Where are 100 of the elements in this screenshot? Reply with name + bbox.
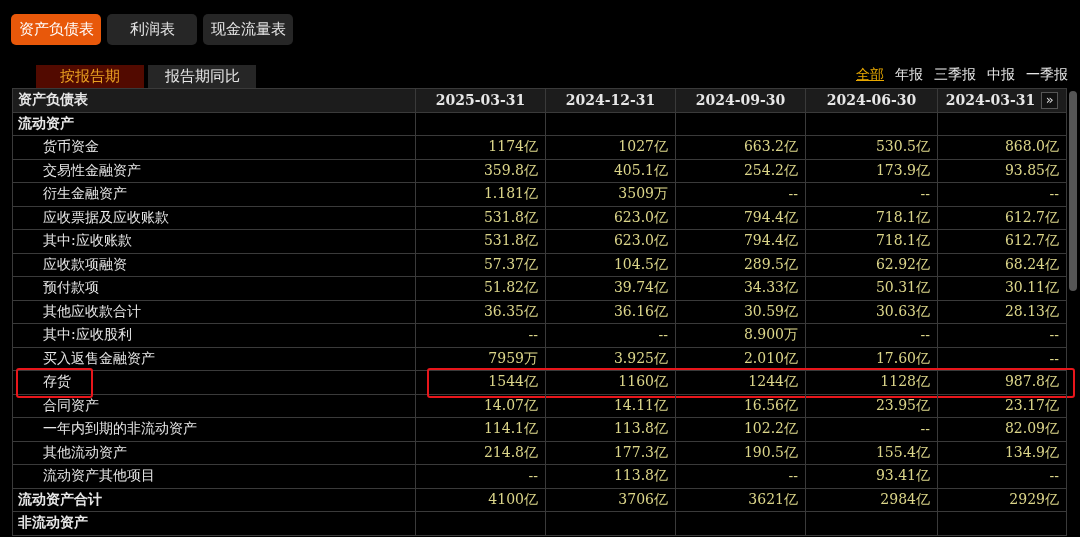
table-cell: 663.2亿 (743, 138, 798, 157)
table-cell: 289.5亿 (743, 255, 798, 274)
table-cell: 190.5亿 (743, 443, 798, 462)
table-cell: 1128亿 (880, 373, 930, 392)
row-label: 预付款项 (42, 279, 99, 298)
row-label: 其他流动资产 (42, 443, 127, 462)
table-cell: 623.0亿 (613, 208, 668, 227)
column-header: 2024-12-31 (565, 92, 656, 109)
table-cell: -- (1049, 186, 1059, 203)
statement-tab[interactable]: 资产负债表 (11, 14, 101, 45)
period-filter-link[interactable]: 中报 (987, 66, 1015, 84)
table-cell: 51.82亿 (483, 279, 538, 298)
period-filter-link[interactable]: 一季报 (1026, 66, 1068, 84)
row-label: 非流动资产 (18, 514, 88, 533)
table-cell: 50.31亿 (875, 279, 930, 298)
column-header: 2024-06-30 (826, 92, 917, 109)
column-header: 2024-03-31 (945, 92, 1036, 109)
table-cell: 113.8亿 (613, 467, 668, 486)
row-label: 买入返售金融资产 (42, 349, 155, 368)
table-cell: 134.9亿 (1004, 443, 1059, 462)
table-cell: 17.60亿 (875, 349, 930, 368)
table-cell: 28.13亿 (1004, 302, 1059, 321)
row-label: 一年内到期的非流动资产 (42, 420, 197, 439)
table-cell: -- (920, 421, 930, 438)
next-columns-button[interactable]: » (1041, 91, 1059, 109)
table-cell: 2984亿 (880, 490, 930, 509)
period-filter-link[interactable]: 年报 (895, 66, 923, 84)
table-cell: -- (920, 186, 930, 203)
table-cell: 531.8亿 (483, 208, 538, 227)
table-cell: 1160亿 (618, 373, 668, 392)
row-label: 货币资金 (42, 138, 99, 157)
table-cell: 62.92亿 (875, 255, 930, 274)
table-cell: -- (788, 468, 798, 485)
table-cell: 1174亿 (488, 138, 538, 157)
period-tab[interactable]: 报告期同比 (148, 65, 256, 88)
table-cell: -- (528, 327, 538, 344)
table-cell: 93.85亿 (1004, 161, 1059, 180)
row-label: 存货 (42, 373, 71, 392)
table-cell: -- (1049, 327, 1059, 344)
table-cell: 102.2亿 (743, 420, 798, 439)
row-label: 其他应收款合计 (42, 302, 141, 321)
table-cell: 3621亿 (748, 490, 798, 509)
table-cell: 173.9亿 (875, 161, 930, 180)
table-cell: 718.1亿 (875, 232, 930, 251)
table-cell: 82.09亿 (1004, 420, 1059, 439)
table-cell: 93.41亿 (875, 467, 930, 486)
table-cell: 1027亿 (618, 138, 668, 157)
row-label: 合同资产 (42, 396, 99, 415)
table-cell: 14.11亿 (613, 396, 668, 415)
row-label: 流动资产其他项目 (42, 467, 155, 486)
table-cell: 794.4亿 (743, 232, 798, 251)
table-cell: 23.95亿 (875, 396, 930, 415)
statement-tab[interactable]: 现金流量表 (203, 14, 293, 45)
table-cell: 7959万 (488, 349, 538, 368)
table-cell: 1244亿 (748, 373, 798, 392)
table-cell: 2929亿 (1009, 490, 1059, 509)
table-cell: 1544亿 (488, 373, 538, 392)
table-cell: -- (1049, 350, 1059, 367)
period-filter-link[interactable]: 全部 (856, 66, 884, 84)
table-cell: 4100亿 (488, 490, 538, 509)
statement-tab[interactable]: 利润表 (107, 14, 197, 45)
table-cell: 718.1亿 (875, 208, 930, 227)
table-cell: 612.7亿 (1004, 208, 1059, 227)
table-cell: 16.56亿 (743, 396, 798, 415)
table-cell: 254.2亿 (743, 161, 798, 180)
table-cell: 3509万 (618, 185, 668, 204)
period-filter-link[interactable]: 三季报 (934, 66, 976, 84)
table-cell: 530.5亿 (875, 138, 930, 157)
table-cell: 794.4亿 (743, 208, 798, 227)
row-label: 其中:应收股利 (42, 326, 132, 345)
table-cell: 531.8亿 (483, 232, 538, 251)
table-cell: 405.1亿 (613, 161, 668, 180)
scrollbar[interactable] (1069, 91, 1077, 291)
table-cell: 987.8亿 (1004, 373, 1059, 392)
table-cell: -- (788, 186, 798, 203)
table-cell: 104.5亿 (613, 255, 668, 274)
row-label: 其中:应收账款 (42, 232, 132, 251)
table-cell: 359.8亿 (483, 161, 538, 180)
table-cell: 177.3亿 (613, 443, 668, 462)
table-cell: 3706亿 (618, 490, 668, 509)
column-header: 2025-03-31 (435, 92, 526, 109)
table-cell: 155.4亿 (875, 443, 930, 462)
table-cell: -- (528, 468, 538, 485)
table-cell: 30.11亿 (1004, 279, 1059, 298)
table-cell: 2.010亿 (743, 349, 798, 368)
row-label: 应收款项融资 (42, 255, 127, 274)
row-label: 交易性金融资产 (42, 161, 141, 180)
table-cell: -- (1049, 468, 1059, 485)
period-tab[interactable]: 按报告期 (36, 65, 144, 88)
table-cell: 113.8亿 (613, 420, 668, 439)
table-cell: 36.35亿 (483, 302, 538, 321)
table-cell: 612.7亿 (1004, 232, 1059, 251)
table-cell: 214.8亿 (483, 443, 538, 462)
column-header: 2024-09-30 (695, 92, 786, 109)
table-cell: 30.63亿 (875, 302, 930, 321)
table-cell: 57.37亿 (483, 255, 538, 274)
table-cell: 14.07亿 (483, 396, 538, 415)
table-cell: 36.16亿 (613, 302, 668, 321)
table-cell: 34.33亿 (743, 279, 798, 298)
table-cell: 868.0亿 (1004, 138, 1059, 157)
